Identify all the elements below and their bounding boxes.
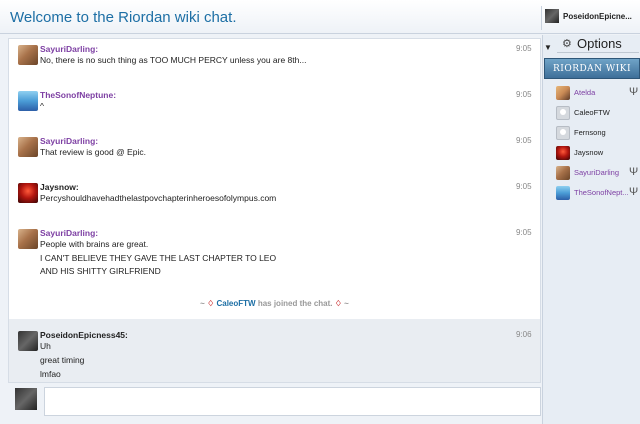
header-divider bbox=[541, 6, 542, 30]
chat-message: PoseidonEpicness45: 9:06 Uh great timing… bbox=[9, 319, 540, 382]
chat-log[interactable]: SayuriDarling: 9:05 No, there is no such… bbox=[8, 38, 541, 383]
user-name: CaleoFTW bbox=[574, 108, 610, 117]
current-user-name: PoseidonEpicne... bbox=[563, 11, 632, 21]
options-label[interactable]: Options bbox=[577, 36, 622, 51]
message-username[interactable]: SayuriDarling: bbox=[40, 136, 98, 146]
message-timestamp: 9:06 bbox=[516, 330, 532, 339]
user-list-item[interactable]: Atelda Ψ bbox=[556, 85, 640, 103]
message-text: Percyshouldhavehadthelastpovchapterinher… bbox=[40, 193, 277, 203]
message-text: lmfao bbox=[40, 369, 61, 379]
user-list-sidebar: ▼ ⚙ Options RIORDAN WIKI Atelda Ψ CaleoF… bbox=[542, 35, 640, 424]
message-text: Uh bbox=[40, 341, 51, 351]
avatar bbox=[556, 166, 570, 180]
avatar[interactable] bbox=[18, 183, 38, 203]
alert-suffix: ~ bbox=[344, 299, 349, 308]
alert-text: has joined the chat. bbox=[257, 299, 333, 308]
message-timestamp: 9:05 bbox=[516, 182, 532, 191]
wiki-logo[interactable]: RIORDAN WIKI bbox=[544, 58, 640, 79]
options-menu[interactable]: ▼ ⚙ Options bbox=[543, 35, 640, 55]
alert-username[interactable]: CaleoFTW bbox=[216, 299, 255, 308]
message-text: AND HIS SHITTY GIRLFRIEND bbox=[40, 266, 161, 276]
gear-icon[interactable]: ⚙ bbox=[562, 37, 572, 50]
avatar bbox=[545, 9, 559, 23]
avatar[interactable] bbox=[18, 137, 38, 157]
avatar bbox=[556, 86, 570, 100]
santa-hat-icon: ♢ bbox=[334, 299, 342, 308]
message-username[interactable]: SayuriDarling: bbox=[40, 44, 98, 54]
user-list-item[interactable]: SayuriDarling Ψ bbox=[556, 165, 640, 183]
chat-message: SayuriDarling: 9:05 People with brains a… bbox=[9, 223, 540, 283]
join-alert: ~ ♢ CaleoFTW has joined the chat. ♢ ~ bbox=[9, 299, 540, 308]
santa-hat-icon: ♢ bbox=[207, 299, 215, 308]
message-text: That review is good @ Epic. bbox=[40, 147, 146, 157]
page-title: Welcome to the Riordan wiki chat. bbox=[10, 9, 237, 26]
current-user[interactable]: PoseidonEpicne... bbox=[545, 9, 632, 23]
trident-icon: Ψ bbox=[629, 166, 639, 178]
message-username[interactable]: TheSonofNeptune: bbox=[40, 90, 116, 100]
chat-message: TheSonofNeptune: 9:05 ^ bbox=[9, 85, 540, 131]
message-username[interactable]: SayuriDarling: bbox=[40, 228, 98, 238]
message-timestamp: 9:05 bbox=[516, 44, 532, 53]
alert-prefix: ~ bbox=[200, 299, 205, 308]
message-timestamp: 9:05 bbox=[516, 228, 532, 237]
message-text: No, there is no such thing as TOO MUCH P… bbox=[40, 55, 307, 65]
avatar[interactable] bbox=[18, 229, 38, 249]
message-text: People with brains are great. bbox=[40, 239, 149, 249]
message-username[interactable]: PoseidonEpicness45: bbox=[40, 330, 128, 340]
user-list-item[interactable]: CaleoFTW bbox=[556, 105, 640, 123]
message-timestamp: 9:05 bbox=[516, 90, 532, 99]
user-name: Jaysnow bbox=[574, 148, 604, 157]
message-timestamp: 9:05 bbox=[516, 136, 532, 145]
user-name: SayuriDarling bbox=[574, 168, 620, 177]
avatar bbox=[15, 388, 37, 410]
dropdown-arrow-icon[interactable]: ▼ bbox=[544, 43, 552, 52]
trident-icon: Ψ bbox=[629, 186, 639, 198]
avatar[interactable] bbox=[18, 91, 38, 111]
chat-message: SayuriDarling: 9:05 No, there is no such… bbox=[9, 39, 540, 85]
avatar bbox=[556, 106, 570, 120]
message-text: ^ bbox=[40, 101, 44, 111]
user-name: Atelda bbox=[574, 88, 596, 97]
user-list-item[interactable]: TheSonofNept... Ψ bbox=[556, 185, 640, 203]
avatar bbox=[556, 126, 570, 140]
avatar[interactable] bbox=[18, 331, 38, 351]
avatar[interactable] bbox=[18, 45, 38, 65]
chat-message: SayuriDarling: 9:05 That review is good … bbox=[9, 131, 540, 177]
message-composer bbox=[8, 384, 541, 420]
user-list-item[interactable]: Fernsong bbox=[556, 125, 640, 143]
user-name: Fernsong bbox=[574, 128, 606, 137]
divider bbox=[557, 52, 639, 53]
user-list-item[interactable]: Jaysnow bbox=[556, 145, 640, 163]
trident-icon: Ψ bbox=[629, 86, 639, 98]
message-input[interactable] bbox=[44, 387, 541, 416]
chat-message: Jaysnow: 9:05 Percyshouldhavehadthelastp… bbox=[9, 177, 540, 223]
message-username[interactable]: Jaysnow: bbox=[40, 182, 79, 192]
message-text: I CAN'T BELIEVE THEY GAVE THE LAST CHAPT… bbox=[40, 253, 277, 263]
chat-header: Welcome to the Riordan wiki chat. Poseid… bbox=[0, 0, 640, 34]
avatar bbox=[556, 146, 570, 160]
user-name: TheSonofNept... bbox=[574, 188, 629, 197]
avatar bbox=[556, 186, 570, 200]
message-text: great timing bbox=[40, 355, 85, 365]
